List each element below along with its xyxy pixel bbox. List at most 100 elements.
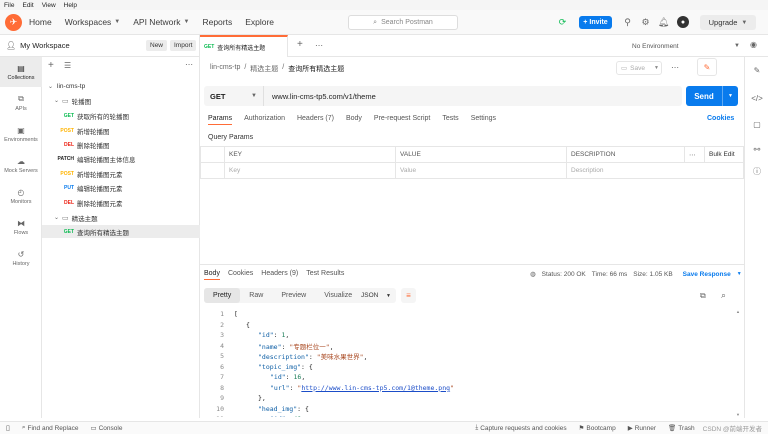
import-button[interactable]: Import: [170, 40, 197, 51]
tab-options-icon[interactable]: ⋯: [315, 41, 323, 50]
environment-select[interactable]: No Environment ▼: [632, 40, 740, 52]
tree-request-item[interactable]: PATCH 编辑轮播图主体信息: [42, 152, 200, 165]
scrollbar[interactable]: ▲ ▼: [736, 309, 740, 417]
request-tab[interactable]: GET 查询所有精选主题: [200, 35, 288, 57]
save-response-button[interactable]: Save Response: [683, 271, 731, 278]
find-replace-button[interactable]: Find and Replace: [28, 425, 79, 432]
tab-response-body[interactable]: Body: [204, 270, 220, 280]
tab-response-cookies[interactable]: Cookies: [228, 270, 253, 280]
tab-pre-request-script[interactable]: Pre-request Script: [374, 115, 430, 125]
tree-request-item[interactable]: PUT 编辑轮播图元素: [42, 181, 200, 194]
satellite-icon[interactable]: ⚲: [622, 17, 633, 28]
sidebar-item-collections[interactable]: ▤ Collections: [0, 57, 42, 87]
tree-request-item[interactable]: GET 获取所有的轮播图: [42, 109, 200, 122]
nav-explore[interactable]: Explore: [245, 17, 274, 27]
breadcrumb-request[interactable]: 查询所有精选主题: [288, 64, 344, 74]
nav-home[interactable]: Home: [29, 17, 52, 27]
wrap-lines-icon[interactable]: ≡: [401, 288, 416, 303]
edit-pencil-icon[interactable]: ✎: [751, 64, 763, 76]
chevron-down-icon[interactable]: ▼: [722, 86, 738, 106]
capture-button[interactable]: Capture requests and cookies: [480, 425, 566, 432]
view-pretty[interactable]: Pretty: [204, 288, 241, 303]
tab-response-headers[interactable]: Headers (9): [261, 270, 298, 280]
link-icon[interactable]: ⚯: [751, 143, 763, 155]
environment-quick-look-icon[interactable]: ◉: [750, 40, 757, 49]
sidebar-item-environments[interactable]: ▣ Environments: [0, 119, 42, 149]
invite-button[interactable]: + Invite: [579, 16, 612, 29]
row-checkbox[interactable]: [200, 162, 225, 179]
nav-workspaces[interactable]: Workspaces ▼: [65, 17, 121, 27]
tree-request-item[interactable]: GET 查询所有精选主题: [42, 225, 200, 238]
url-input[interactable]: www.lin-cms-tp5.com/v1/theme: [272, 92, 376, 101]
info-icon[interactable]: ⓘ: [751, 165, 763, 177]
more-options-icon[interactable]: ⋯: [185, 60, 193, 69]
menu-file[interactable]: File: [4, 2, 14, 9]
sidebar-item-history[interactable]: ↺ History: [0, 243, 42, 273]
workspace-title[interactable]: My Workspace: [20, 41, 69, 50]
bootcamp-button[interactable]: Bootcamp: [586, 425, 615, 432]
format-select[interactable]: JSON ▼: [356, 288, 396, 303]
folder-featured-themes[interactable]: ⌄ ▭ 精选主题: [42, 211, 200, 224]
column-options-icon[interactable]: ⋯: [684, 146, 705, 163]
nav-reports[interactable]: Reports: [202, 17, 232, 27]
menu-view[interactable]: View: [42, 2, 56, 9]
sidebar-item-monitors[interactable]: ◴ Monitors: [0, 181, 42, 211]
console-button[interactable]: Console: [99, 425, 123, 432]
value-input[interactable]: Value: [395, 162, 567, 179]
menu-edit[interactable]: Edit: [22, 2, 33, 9]
tab-settings[interactable]: Settings: [471, 115, 496, 125]
avatar[interactable]: ●: [677, 16, 689, 28]
menu-help[interactable]: Help: [64, 2, 77, 9]
search-icon[interactable]: ⌕: [721, 290, 726, 301]
chevron-down-icon[interactable]: ▼: [737, 271, 742, 277]
runner-button[interactable]: Runner: [635, 425, 656, 432]
view-preview[interactable]: Preview: [272, 288, 315, 303]
nav-api-network[interactable]: API Network ▼: [133, 17, 189, 27]
tab-body[interactable]: Body: [346, 115, 362, 125]
sync-status-icon[interactable]: ⟳: [557, 17, 568, 28]
comments-icon[interactable]: ▢: [751, 118, 763, 130]
collection-lin-cms-tp[interactable]: ⌄ lin-cms-tp: [42, 80, 200, 93]
response-body-code[interactable]: 1[ 2{ 3 "id": 1, 4 "name": "专题栏位一", 5 "desc…: [204, 309, 734, 417]
new-tab-icon[interactable]: +: [297, 39, 303, 50]
upgrade-button[interactable]: Upgrade ▼: [700, 15, 756, 30]
copy-icon[interactable]: ⧉: [700, 291, 706, 301]
view-raw[interactable]: Raw: [240, 288, 272, 303]
tab-tests[interactable]: Tests: [442, 115, 458, 125]
postman-logo-icon[interactable]: ✈: [5, 13, 22, 31]
new-button[interactable]: New: [146, 40, 168, 51]
add-collection-icon[interactable]: +: [48, 60, 54, 71]
settings-gear-icon[interactable]: ⚙: [640, 17, 651, 28]
api-code-icon[interactable]: </>: [751, 92, 763, 104]
save-button[interactable]: ▭ Save ▼: [616, 61, 662, 75]
send-button[interactable]: Send ▼: [686, 86, 738, 106]
tree-request-item[interactable]: DEL 删除轮播图: [42, 138, 200, 151]
trash-button[interactable]: Trash: [678, 425, 694, 432]
tree-request-item[interactable]: POST 新增轮播图: [42, 124, 200, 137]
tab-authorization[interactable]: Authorization: [244, 115, 285, 125]
notifications-bell-icon[interactable]: 🔔︎: [658, 17, 669, 28]
description-input[interactable]: Description: [566, 162, 744, 179]
bulk-edit-button[interactable]: Bulk Edit: [704, 146, 744, 163]
key-input[interactable]: Key: [224, 162, 396, 179]
tab-params[interactable]: Params: [208, 115, 233, 125]
search-placeholder: Search Postman: [381, 19, 433, 26]
view-visualize[interactable]: Visualize: [315, 288, 361, 303]
breadcrumb-folder[interactable]: 精选主题: [250, 64, 278, 74]
tab-headers[interactable]: Headers (7): [297, 115, 334, 125]
tree-request-item[interactable]: DEL 删除轮播图元素: [42, 196, 200, 209]
sidebar-item-flows[interactable]: ⧓ Flows: [0, 212, 42, 242]
cookies-link[interactable]: Cookies: [707, 115, 734, 122]
method-select[interactable]: GET ▼: [204, 86, 264, 106]
sidebar-toggle-icon[interactable]: ▯: [6, 424, 10, 432]
tab-test-results[interactable]: Test Results: [306, 270, 344, 280]
tree-request-item[interactable]: POST 新增轮播图元素: [42, 167, 200, 180]
request-more-icon[interactable]: ⋯: [671, 63, 679, 72]
edit-pencil-icon[interactable]: ✎: [697, 58, 717, 76]
folder-carousel[interactable]: ⌄ ▭ 轮播图: [42, 94, 200, 107]
search-input[interactable]: ⌕ Search Postman: [348, 15, 458, 30]
sidebar-item-mock-servers[interactable]: ☁ Mock Servers: [0, 150, 42, 180]
sidebar-item-apis[interactable]: ⧉ APIs: [0, 88, 42, 118]
breadcrumb-collection[interactable]: lin-cms-tp: [210, 64, 240, 74]
filter-icon[interactable]: ☰: [64, 61, 71, 70]
